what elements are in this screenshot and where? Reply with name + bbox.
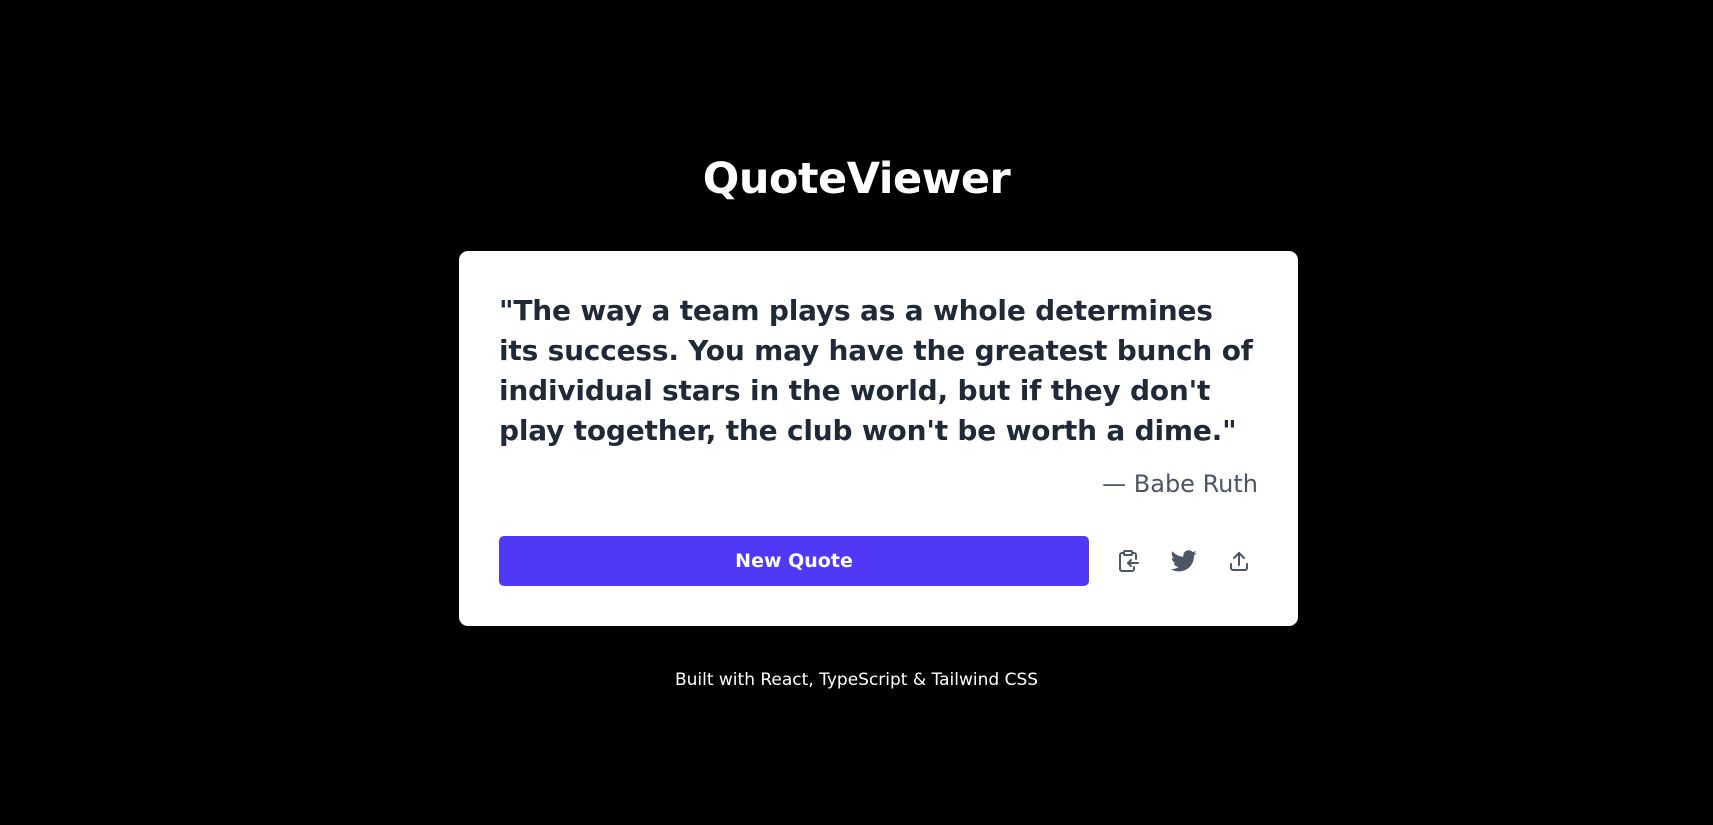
- clipboard-copy-icon: [1118, 549, 1140, 573]
- quote-card: "The way a team plays as a whole determi…: [459, 251, 1298, 626]
- share-upload-icon: [1228, 550, 1250, 572]
- share-quote-button[interactable]: [1217, 536, 1261, 586]
- twitter-icon: [1171, 550, 1197, 572]
- new-quote-button[interactable]: New Quote: [499, 536, 1089, 586]
- page: QuoteViewer "The way a team plays as a w…: [0, 0, 1713, 825]
- quote-author: — Babe Ruth: [1102, 470, 1258, 498]
- copy-quote-button[interactable]: [1107, 536, 1151, 586]
- footer-credit: Built with React, TypeScript & Tailwind …: [674, 670, 1039, 690]
- app-title: QuoteViewer: [702, 154, 1011, 204]
- quote-text: "The way a team plays as a whole determi…: [499, 294, 1253, 447]
- tweet-quote-button[interactable]: [1162, 536, 1206, 586]
- quote-actions: New Quote: [499, 536, 1258, 586]
